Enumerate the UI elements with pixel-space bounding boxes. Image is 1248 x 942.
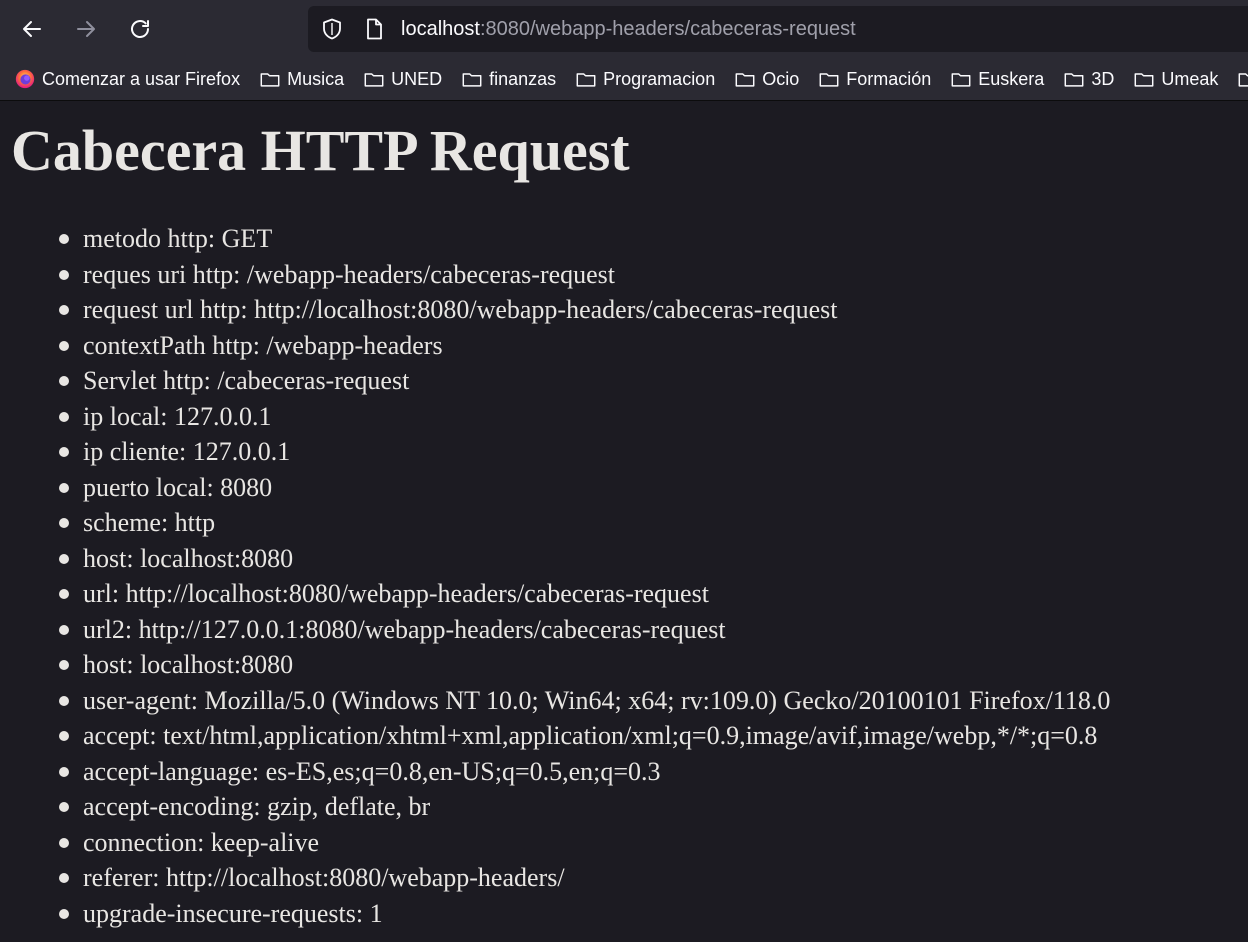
url-path: :8080/webapp-headers/cabeceras-request <box>479 18 856 40</box>
bookmark-item[interactable]: UNED <box>363 67 442 91</box>
folder-icon <box>818 68 840 90</box>
header-list-item: accept-language: es-ES,es;q=0.8,en-US;q=… <box>58 754 1110 790</box>
url-host: localhost <box>401 18 480 40</box>
header-list-item: host: localhost:8080 <box>58 647 1110 683</box>
bookmark-item[interactable]: Programacion <box>575 67 715 91</box>
shield-icon[interactable] <box>320 17 344 41</box>
header-list-item: url: http://localhost:8080/webapp-header… <box>58 576 1110 612</box>
bookmark-label: finanzas <box>489 68 557 89</box>
bookmark-label: Musica <box>287 68 345 89</box>
header-list-item: ip cliente: 127.0.0.1 <box>58 434 1110 470</box>
arrow-right-icon <box>77 21 95 37</box>
header-list-item: ip local: 127.0.0.1 <box>58 399 1110 435</box>
header-list-item: upgrade-insecure-requests: 1 <box>58 896 1110 932</box>
bookmark-item[interactable]: Formación <box>818 67 931 91</box>
bookmark-label: Umeak <box>1161 68 1219 89</box>
firefox-icon <box>14 68 36 90</box>
page-icon[interactable] <box>362 17 386 41</box>
header-list-item: scheme: http <box>58 505 1110 541</box>
page-title: Cabecera HTTP Request <box>11 118 630 183</box>
bookmark-item[interactable]: 3D <box>1063 67 1114 91</box>
bookmark-label: Formación <box>846 68 932 89</box>
bookmark-item[interactable]: Musica <box>259 67 344 91</box>
bookmark-item[interactable]: Ocio <box>734 67 799 91</box>
header-list-item: contextPath http: /webapp-headers <box>58 328 1110 364</box>
folder-icon <box>1063 68 1085 90</box>
folder-icon <box>363 68 385 90</box>
folder-icon <box>575 68 597 90</box>
bookmark-label: 3D <box>1091 68 1115 89</box>
header-list-item: request url http: http://localhost:8080/… <box>58 292 1110 328</box>
header-list-item: url2: http://127.0.0.1:8080/webapp-heade… <box>58 612 1110 648</box>
bookmark-item[interactable]: finanzas <box>461 67 556 91</box>
header-list-item: accept: text/html,application/xhtml+xml,… <box>58 718 1110 754</box>
header-list-item: host: localhost:8080 <box>58 541 1110 577</box>
bookmark-item[interactable] <box>1237 67 1248 91</box>
folder-icon <box>259 68 281 90</box>
bookmark-label: Ocio <box>762 68 800 89</box>
forward-button[interactable] <box>68 11 104 47</box>
bookmark-label: UNED <box>391 68 443 89</box>
bookmark-item[interactable]: Comenzar a usar Firefox <box>14 67 240 91</box>
bookmarks-list: Comenzar a usar Firefox Musica UNED finanza… <box>14 67 1248 91</box>
bookmarks-bar: Comenzar a usar Firefox Musica UNED finanza… <box>0 58 1248 101</box>
header-list-item: reques uri http: /webapp-headers/cabecer… <box>58 257 1110 293</box>
folder-icon <box>734 68 756 90</box>
bookmark-item[interactable]: Umeak <box>1133 67 1218 91</box>
folder-icon <box>950 68 972 90</box>
arrow-left-icon <box>23 21 41 37</box>
header-list-item: puerto local: 8080 <box>58 470 1110 506</box>
url-bar[interactable]: localhost:8080/webapp-headers/cabeceras-… <box>308 6 1248 52</box>
reload-button[interactable] <box>122 11 158 47</box>
reload-icon <box>131 20 149 38</box>
back-button[interactable] <box>14 11 50 47</box>
header-list-item: referer: http://localhost:8080/webapp-he… <box>58 860 1110 896</box>
folder-icon <box>461 68 483 90</box>
url-text[interactable]: localhost:8080/webapp-headers/cabeceras-… <box>401 17 856 41</box>
bookmark-label: Comenzar a usar Firefox <box>42 68 241 89</box>
folder-icon <box>1237 68 1248 90</box>
header-list-item: metodo http: GET <box>58 221 1110 257</box>
bookmark-item[interactable]: Euskera <box>950 67 1044 91</box>
browser-toolbar: localhost:8080/webapp-headers/cabeceras-… <box>0 0 1248 58</box>
header-list-item: Servlet http: /cabeceras-request <box>58 363 1110 399</box>
bookmark-label: Programacion <box>603 68 716 89</box>
header-list: metodo http: GET reques uri http: /webapp… <box>44 221 1110 931</box>
header-list-item: user-agent: Mozilla/5.0 (Windows NT 10.0… <box>58 683 1110 719</box>
bookmark-label: Euskera <box>978 68 1045 89</box>
header-list-item: connection: keep-alive <box>58 825 1110 861</box>
header-list-item: accept-encoding: gzip, deflate, br <box>58 789 1110 825</box>
folder-icon <box>1133 68 1155 90</box>
page-content: Cabecera HTTP Request metodo http: GET re… <box>0 101 1248 942</box>
